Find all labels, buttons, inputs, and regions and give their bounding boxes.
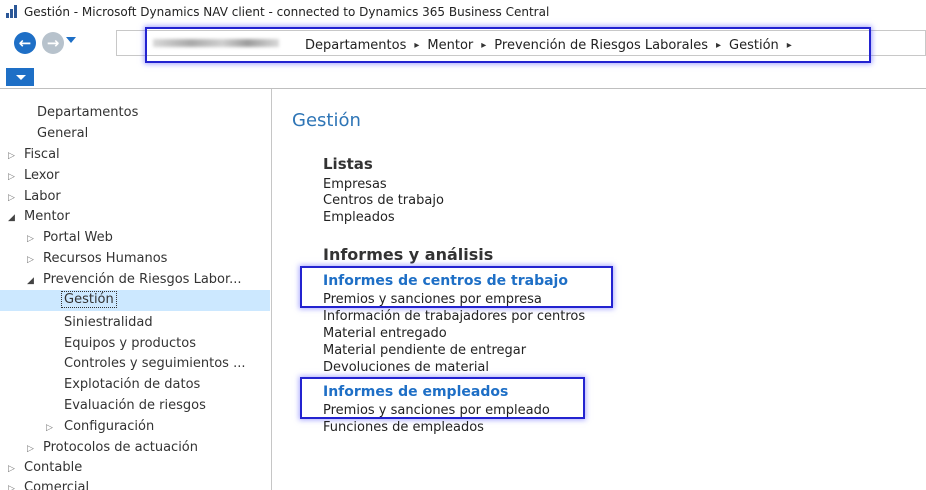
breadcrumb-separator-icon[interactable]: ▸	[414, 40, 419, 51]
nav-item-label: Gestión	[61, 291, 117, 308]
dynamics-nav-icon	[5, 5, 19, 19]
expand-icon[interactable]: ▷	[8, 147, 15, 165]
arrow-left-icon: ←	[18, 34, 32, 52]
link-informacion-trabajadores[interactable]: Información de trabajadores por centros	[323, 308, 585, 325]
nav-item-departamentos[interactable]: Departamentos	[37, 104, 138, 122]
application-menu-button[interactable]	[6, 68, 34, 86]
nav-item-label: Mentor	[24, 209, 70, 224]
breadcrumb: Departamentos ▸ Mentor ▸ Prevención de R…	[145, 27, 871, 63]
nav-item-equipos[interactable]: Equipos y productos	[64, 335, 196, 353]
nav-item-label: Comercial	[24, 480, 90, 490]
group-header-listas: Listas	[323, 155, 373, 173]
nav-item-label: Siniestralidad	[64, 315, 153, 330]
content-area: Gestión Listas Empresas Centros de traba…	[272, 89, 926, 490]
nav-item-label: Controles y seguimientos ...	[64, 356, 246, 371]
address-bar[interactable]: Departamentos ▸ Mentor ▸ Prevención de R…	[116, 27, 926, 63]
nav-item-label: Labor	[24, 189, 61, 204]
forward-button[interactable]: →	[42, 32, 64, 54]
breadcrumb-separator-icon[interactable]: ▸	[481, 40, 486, 51]
expand-icon[interactable]: ▷	[8, 460, 15, 478]
nav-item-label: General	[37, 126, 89, 141]
selection-highlight	[0, 290, 270, 311]
expand-icon[interactable]: ▷	[27, 440, 34, 458]
nav-item-general[interactable]: General	[37, 125, 88, 143]
link-devoluciones[interactable]: Devoluciones de material	[323, 359, 489, 376]
breadcrumb-gestion[interactable]: Gestión	[729, 38, 779, 53]
history-dropdown-icon[interactable]	[66, 37, 76, 43]
subheader-empleados: Informes de empleados	[323, 384, 509, 400]
navigation-bar: ← → Departamentos ▸ Mentor ▸ Prevención …	[0, 24, 926, 66]
nav-item-label: Departamentos	[37, 105, 139, 120]
link-premios-empresa[interactable]: Premios y sanciones por empresa	[323, 291, 542, 308]
nav-item-label: Portal Web	[43, 230, 113, 245]
nav-item-label: Evaluación de riesgos	[64, 398, 206, 413]
nav-item-gestion-selected[interactable]: Gestión	[61, 291, 117, 309]
expand-icon[interactable]: ▷	[27, 230, 34, 248]
back-button[interactable]: ←	[14, 32, 36, 54]
breadcrumb-departamentos[interactable]: Departamentos	[305, 38, 406, 53]
link-empleados[interactable]: Empleados	[323, 209, 395, 226]
nav-item-label: Recursos Humanos	[43, 251, 168, 266]
breadcrumb-separator-icon[interactable]: ▸	[787, 40, 792, 51]
nav-item-label: Fiscal	[24, 147, 60, 162]
link-centros-de-trabajo[interactable]: Centros de trabajo	[323, 192, 444, 209]
link-empresas[interactable]: Empresas	[323, 176, 387, 193]
window-title: Gestión - Microsoft Dynamics NAV client …	[24, 5, 550, 19]
expand-icon[interactable]: ▷	[27, 251, 34, 269]
nav-item-controles[interactable]: Controles y seguimientos ...	[64, 355, 245, 373]
nav-item-label: Prevención de Riesgos Labor...	[43, 272, 242, 287]
expand-icon[interactable]: ▷	[8, 480, 15, 490]
collapse-icon[interactable]: ◢	[27, 272, 34, 290]
nav-item-label: Configuración	[64, 419, 155, 434]
expand-icon[interactable]: ▷	[8, 189, 15, 207]
navigation-pane: Departamentos General ▷ Fiscal ▷ Lexor ▷ La…	[0, 89, 272, 490]
nav-item-siniestralidad[interactable]: Siniestralidad	[64, 314, 153, 332]
ribbon-strip	[0, 66, 926, 88]
breadcrumb-separator-icon[interactable]: ▸	[716, 40, 721, 51]
link-funciones-empleados[interactable]: Funciones de empleados	[323, 419, 484, 436]
collapse-icon[interactable]: ◢	[8, 209, 15, 227]
nav-item-label: Lexor	[24, 168, 60, 183]
page-title: Gestión	[292, 110, 361, 131]
expand-icon[interactable]: ▷	[8, 168, 15, 186]
link-premios-empleado[interactable]: Premios y sanciones por empleado	[323, 402, 550, 419]
nav-item-label: Protocolos de actuación	[43, 440, 198, 455]
nav-item-label: Explotación de datos	[64, 377, 201, 392]
subheader-centros: Informes de centros de trabajo	[323, 273, 568, 289]
breadcrumb-prevencion[interactable]: Prevención de Riesgos Laborales	[494, 38, 708, 53]
link-material-entregado[interactable]: Material entregado	[323, 325, 447, 342]
title-bar: Gestión - Microsoft Dynamics NAV client …	[0, 0, 926, 24]
nav-item-evaluacion[interactable]: Evaluación de riesgos	[64, 397, 206, 415]
link-material-pendiente[interactable]: Material pendiente de entregar	[323, 342, 526, 359]
nav-item-explotacion[interactable]: Explotación de datos	[64, 376, 200, 394]
nav-item-label: Equipos y productos	[64, 336, 196, 351]
nav-item-label: Contable	[24, 460, 83, 475]
arrow-right-icon: →	[46, 34, 60, 52]
expand-icon[interactable]: ▷	[46, 419, 53, 437]
breadcrumb-mentor[interactable]: Mentor	[427, 38, 473, 53]
group-header-informes: Informes y análisis	[323, 245, 494, 264]
